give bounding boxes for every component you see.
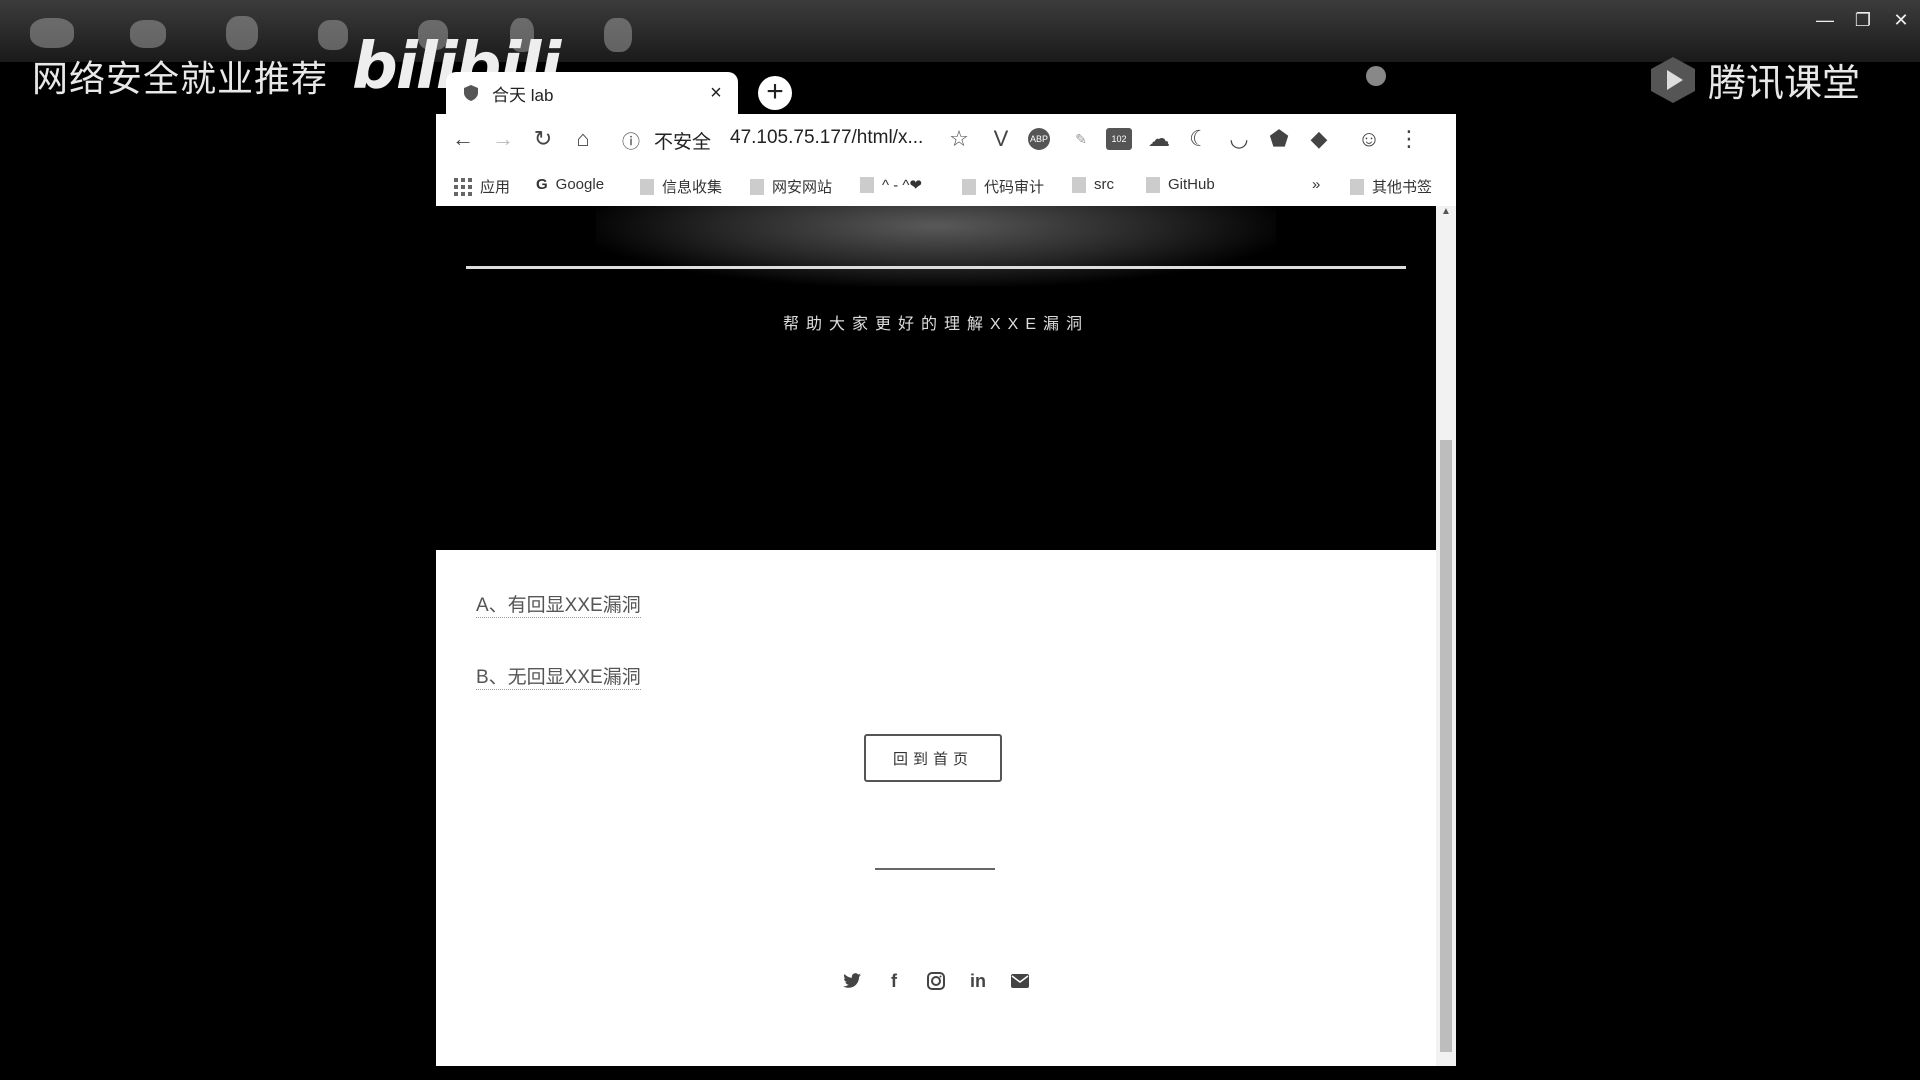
bookmark-label: 网安网站 [772, 179, 833, 196]
extension-shield-icon[interactable]: ⬟ [1266, 126, 1292, 152]
facebook-icon[interactable]: f [883, 970, 905, 992]
badge-extension-icon[interactable]: 102 [1106, 128, 1132, 150]
tab-close-icon[interactable]: × [704, 82, 728, 105]
navigation-row: ← → ↻ ⌂ ⓘ 不安全 47.105.75.177/html/x... ☆ … [436, 114, 1456, 164]
page-viewport: 帮助大家更好的理解XXE漏洞 A、有回显XXE漏洞 B、无回显XXE漏洞 回到首… [436, 206, 1436, 1066]
page-scrollbar[interactable]: ▲ [1436, 206, 1456, 1066]
scrollbar-thumb[interactable] [1440, 440, 1452, 1052]
close-icon[interactable]: ✕ [1890, 10, 1912, 30]
desktop-icon-blur [30, 18, 74, 48]
social-links: f in [436, 970, 1436, 992]
folder-icon [962, 178, 976, 195]
back-arrow-icon[interactable]: ← [450, 126, 476, 152]
other-bookmarks[interactable]: 其他书签 [1350, 176, 1432, 197]
hero-title-image [596, 206, 1276, 286]
folder-icon [1072, 176, 1086, 193]
bookmark-label: 应用 [480, 179, 511, 196]
browser-toolbar: ← → ↻ ⌂ ⓘ 不安全 47.105.75.177/html/x... ☆ … [436, 114, 1456, 206]
browser-tab[interactable]: 合天 lab × [446, 72, 738, 114]
desktop-icon-blur [604, 18, 632, 52]
folder-icon [1146, 176, 1160, 193]
lab-link-blind-xxe[interactable]: B、无回显XXE漏洞 [476, 662, 641, 690]
new-tab-button[interactable]: + [758, 76, 792, 110]
back-home-button[interactable]: 回到首页 [864, 734, 1002, 782]
apps-grid-icon [454, 177, 472, 196]
bookmark-label: 信息收集 [662, 179, 723, 196]
extension-diamond-icon[interactable]: ◆ [1306, 126, 1332, 152]
bookmark-apps[interactable]: 应用 [454, 176, 510, 197]
bookmark-folder[interactable]: GitHub [1146, 176, 1215, 193]
minimize-icon[interactable]: — [1814, 10, 1836, 30]
section-divider [875, 868, 995, 870]
bookmarks-overflow-chevron-icon[interactable]: » [1312, 176, 1320, 193]
security-indicator[interactable]: 不安全 [654, 127, 711, 154]
video-promo-title: 网络安全就业推荐 [32, 59, 329, 100]
tab-title: 合天 lab [492, 85, 554, 105]
twitter-icon[interactable] [841, 970, 863, 992]
tencent-classroom-logo: 腾讯课堂 [1648, 52, 1860, 107]
lab-link-echo-xxe[interactable]: A、有回显XXE漏洞 [476, 590, 641, 618]
instagram-icon[interactable] [925, 970, 947, 992]
bookmark-folder[interactable]: 代码审计 [962, 176, 1044, 197]
bookmark-label: src [1094, 176, 1114, 193]
hero-divider [466, 266, 1406, 269]
folder-icon [1350, 178, 1364, 195]
linkedin-icon[interactable]: in [967, 970, 989, 992]
bookmark-label: 其他书签 [1372, 179, 1433, 196]
tencent-play-icon [1650, 56, 1695, 103]
scroll-up-arrow-icon[interactable]: ▲ [1441, 206, 1451, 217]
window-controls: — ❐ ✕ [1814, 10, 1912, 30]
bookmark-label: GitHub [1168, 176, 1215, 193]
pocket-icon[interactable]: ◡ [1226, 126, 1252, 152]
bookmark-folder[interactable]: 网安网站 [750, 176, 832, 197]
bookmark-folder[interactable]: 信息收集 [640, 176, 722, 197]
profile-avatar-icon[interactable]: ☺ [1356, 126, 1382, 152]
extension-cloud-icon[interactable]: ☁ [1146, 126, 1172, 152]
adblock-extension-icon[interactable]: ABP [1028, 128, 1050, 150]
shield-icon [464, 85, 478, 101]
folder-icon [750, 178, 764, 195]
reload-icon[interactable]: ↻ [530, 126, 556, 152]
desktop-icon-blur [226, 16, 258, 50]
info-icon[interactable]: ⓘ [622, 128, 640, 154]
browser-window: 合天 lab × + ← → ↻ ⌂ ⓘ 不安全 47.105.75.177/h… [436, 72, 1456, 1066]
menu-dots-icon[interactable]: ⋮ [1396, 126, 1422, 152]
home-icon[interactable]: ⌂ [570, 126, 596, 152]
hero-banner: 帮助大家更好的理解XXE漏洞 [436, 206, 1436, 550]
bookmarks-bar: 应用 G Google 信息收集 网安网站 ^ - ^❤ 代码审计 src Gi… [436, 164, 1456, 206]
maximize-icon[interactable]: ❐ [1852, 10, 1874, 30]
content-section: A、有回显XXE漏洞 B、无回显XXE漏洞 回到首页 f in [436, 550, 1436, 1066]
tencent-logo-text: 腾讯课堂 [1707, 61, 1860, 105]
envelope-icon[interactable] [1009, 970, 1031, 992]
bookmark-google[interactable]: G Google [536, 176, 604, 193]
bookmark-folder[interactable]: src [1072, 176, 1114, 193]
extension-v-icon[interactable]: V [988, 126, 1014, 152]
google-icon: G [536, 176, 548, 193]
extension-icon[interactable]: ✎ [1068, 126, 1094, 152]
address-bar[interactable]: 47.105.75.177/html/x... [730, 127, 923, 149]
hero-subtitle: 帮助大家更好的理解XXE漏洞 [782, 316, 1090, 333]
desktop-icon-blur [130, 20, 166, 48]
bookmark-folder[interactable]: ^ - ^❤ [860, 176, 922, 194]
extension-moon-icon[interactable]: ☾ [1186, 126, 1212, 152]
bookmark-label: Google [555, 176, 605, 193]
folder-icon [640, 178, 654, 195]
folder-icon [860, 177, 874, 193]
forward-arrow-icon[interactable]: → [490, 126, 516, 152]
star-icon[interactable]: ☆ [946, 126, 972, 152]
bookmark-label: ^ - ^❤ [882, 177, 922, 194]
desktop-icon-blur [318, 20, 348, 50]
bookmark-label: 代码审计 [984, 179, 1045, 196]
